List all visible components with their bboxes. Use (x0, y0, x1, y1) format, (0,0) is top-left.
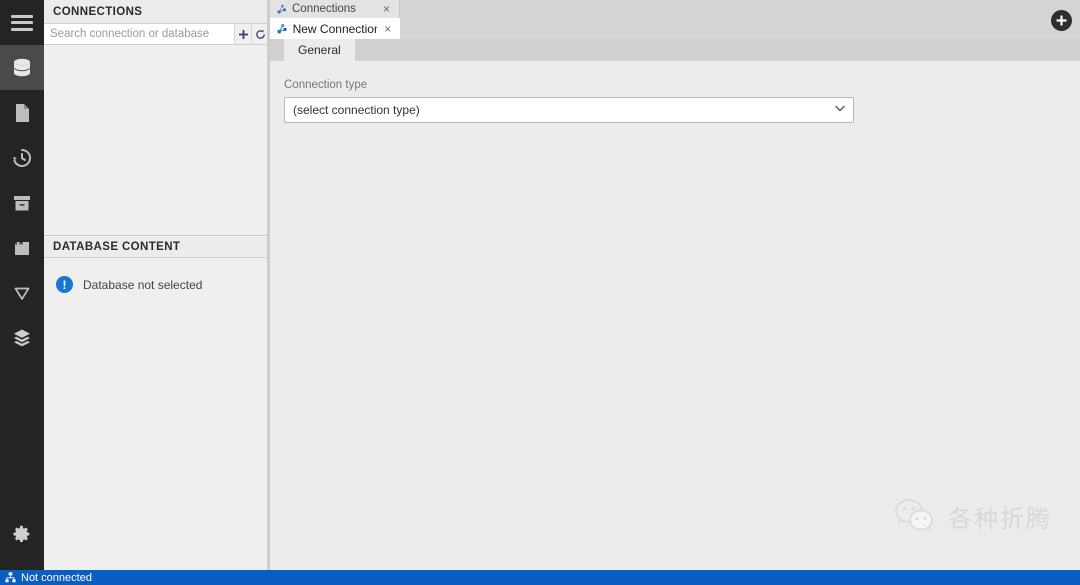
archive-icon (14, 195, 30, 210)
search-input[interactable] (44, 24, 234, 44)
database-content-header: DATABASE CONTENT (44, 236, 268, 258)
database-icon (14, 58, 30, 76)
bookmark-icon (15, 241, 29, 255)
plus-icon (238, 29, 248, 39)
wechat-icon (895, 499, 933, 532)
sidebar-item-file[interactable] (0, 90, 44, 135)
tab-connections[interactable]: Connections × (270, 0, 400, 18)
connections-list[interactable] (44, 45, 268, 236)
refresh-icon (255, 29, 265, 39)
gear-icon (13, 525, 30, 542)
connection-type-label: Connection type (284, 79, 368, 91)
sub-tab-label: General (298, 43, 341, 57)
sidebar-item-archive[interactable] (0, 180, 44, 225)
refresh-connections-button[interactable] (251, 24, 268, 44)
menu-button[interactable] (0, 0, 44, 45)
database-notice-text: Database not selected (83, 277, 203, 292)
tab-label: New Connection (292, 21, 378, 36)
connections-panel-header: CONNECTIONS (44, 0, 268, 24)
connection-form: Connection type (select connection type) (270, 61, 1080, 570)
sidebar-item-history[interactable] (0, 135, 44, 180)
filter-icon (14, 287, 30, 300)
tab-close-button[interactable]: × (382, 23, 393, 35)
layers-icon (14, 329, 30, 346)
connections-title: CONNECTIONS (53, 5, 143, 18)
add-connection-button[interactable] (234, 24, 251, 44)
info-icon-glyph: ! (62, 277, 67, 292)
watermark-text: 各种折腾 (948, 504, 1052, 533)
connection-icon (277, 4, 286, 14)
tab-close-button[interactable]: × (381, 3, 392, 15)
tab-new-connection[interactable]: New Connection × (270, 18, 400, 39)
sub-tab-bar: General (270, 39, 1080, 61)
tab-strip: Connections × New Connection × (270, 0, 1080, 39)
sidebar-item-database[interactable] (0, 45, 44, 90)
tab-label: Connections (292, 3, 356, 15)
network-icon (5, 572, 16, 583)
connection-type-field: (select connection type) (284, 97, 854, 123)
add-tab-button[interactable] (1051, 10, 1072, 31)
database-content-title: DATABASE CONTENT (53, 241, 181, 253)
status-text: Not connected (21, 571, 92, 584)
tab-general[interactable]: General (284, 39, 355, 61)
connection-icon (277, 23, 287, 34)
database-content-body: ! Database not selected (44, 258, 268, 585)
connections-panel: CONNECTIONS DATABASE CONTENT (44, 0, 268, 585)
status-bar: Not connected (0, 570, 1080, 585)
connection-type-select[interactable]: (select connection type) (284, 97, 854, 123)
watermark: 各种折腾 (894, 498, 1052, 534)
file-icon (16, 103, 29, 122)
settings-button[interactable] (0, 511, 44, 556)
icon-rail (0, 0, 44, 570)
info-icon: ! (56, 276, 73, 293)
sidebar-item-layers[interactable] (0, 315, 44, 360)
plus-icon (1056, 15, 1067, 26)
editor-area: Connections × New Connection × General C… (270, 0, 1080, 570)
sidebar-item-bookmarks[interactable] (0, 225, 44, 270)
application-window: CONNECTIONS DATABASE CONTENT (0, 0, 1080, 585)
connection-search-row (44, 24, 268, 45)
history-icon (13, 148, 31, 167)
database-not-selected-notice: ! Database not selected (44, 276, 267, 293)
hamburger-icon (11, 14, 33, 31)
sidebar-item-filter[interactable] (0, 270, 44, 315)
